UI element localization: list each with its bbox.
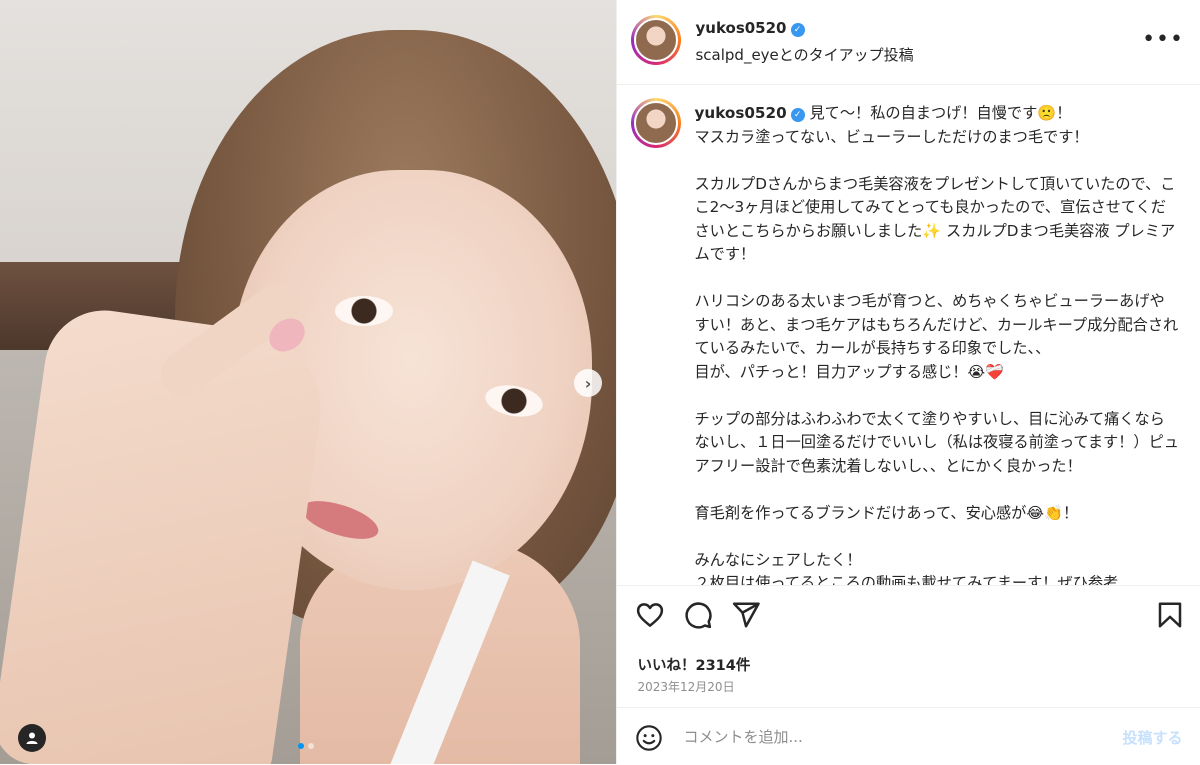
caption-block: yukos0520 ✓ 見て〜！私の自まつげ！自慢です🙁！ マスカラ塗ってない、ビ… [694, 102, 1179, 585]
caption-text: 見て〜！私の自まつげ！自慢です🙁！ マスカラ塗ってない、ビューラーしただけのまつ… [694, 104, 1179, 585]
comment-input[interactable] [681, 722, 1086, 752]
heart-icon[interactable] [635, 600, 665, 630]
share-icon[interactable] [731, 600, 761, 630]
post-photo[interactable]: › [0, 0, 617, 764]
user-tag-icon [26, 732, 38, 744]
caption-username[interactable]: yukos0520 [694, 104, 786, 122]
verified-badge-icon: ✓ [790, 108, 805, 122]
user-tag-button[interactable] [18, 724, 46, 752]
author-avatar[interactable] [631, 15, 682, 65]
caption-avatar[interactable] [631, 98, 682, 148]
more-options-button[interactable]: ••• [1142, 27, 1184, 52]
author-name-row: yukos0520 ✓ [695, 19, 805, 37]
like-count[interactable]: いいね！2314件 [637, 654, 750, 675]
partnership-label[interactable]: scalpd_eyeとのタイアップ投稿 [695, 44, 913, 65]
caption-section: yukos0520 ✓ 見て〜！私の自まつげ！自慢です🙁！ マスカラ塗ってない、ビ… [617, 85, 1200, 585]
photo-left-eye [335, 296, 393, 326]
carousel-dot [308, 743, 314, 749]
carousel-next-button[interactable]: › [574, 369, 602, 397]
action-bar: いいね！2314件 2023年12月20日 [617, 585, 1200, 706]
author-username[interactable]: yukos0520 [695, 19, 786, 37]
carousel-indicator [298, 743, 314, 749]
post-date[interactable]: 2023年12月20日 [637, 678, 734, 695]
comment-bar: 投稿する [617, 707, 1200, 765]
post-details-panel: yukos0520 ✓ scalpd_eyeとのタイアップ投稿 ••• yukos… [616, 0, 1200, 764]
comment-icon[interactable] [683, 600, 713, 630]
bookmark-icon[interactable] [1155, 600, 1185, 630]
verified-badge-icon: ✓ [790, 23, 805, 37]
instagram-post: › yukos0520 ✓ scalpd_eyeとのタイアップ投稿 ••• yuk… [0, 0, 1200, 764]
post-header: yukos0520 ✓ scalpd_eyeとのタイアップ投稿 ••• [617, 0, 1200, 85]
carousel-dot-active [298, 743, 304, 749]
post-comment-button[interactable]: 投稿する [1122, 727, 1182, 748]
emoji-icon[interactable] [635, 724, 663, 752]
